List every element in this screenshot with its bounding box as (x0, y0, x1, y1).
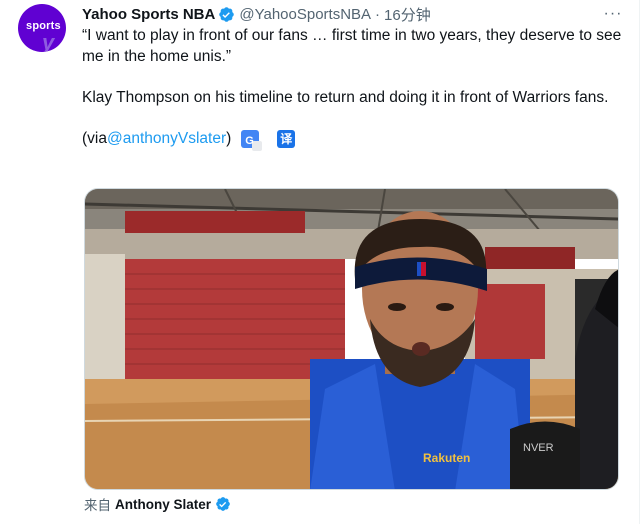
more-options-icon[interactable]: ··· (601, 2, 625, 26)
author-display-name[interactable]: Yahoo Sports NBA (82, 6, 215, 23)
source-name-link[interactable]: Anthony Slater (115, 497, 211, 512)
translate-yi-icon[interactable]: 译 (277, 129, 296, 148)
author-avatar[interactable]: sports y (18, 4, 66, 52)
tweet-via-line: (via @anthonyVslater ) 译 (82, 129, 622, 151)
video-frame-image: Rakuten NVER (85, 189, 618, 489)
svg-text:NVER: NVER (523, 442, 554, 454)
tweet-header: Yahoo Sports NBA @YahooSportsNBA · 16分钟 (82, 4, 431, 24)
tweet-description: Klay Thompson on his timeline to return … (82, 88, 609, 106)
author-handle[interactable]: @YahooSportsNBA (239, 6, 371, 23)
tweet-quote: “I want to play in front of our fans … f… (82, 27, 622, 65)
header-separator: · (375, 5, 381, 23)
via-suffix: ) (226, 129, 232, 147)
avatar-logo-mark: y (42, 30, 55, 52)
tweet-text: “I want to play in front of our fans … f… (82, 26, 622, 151)
source-prefix: 来自 (84, 498, 111, 513)
jersey-sponsor-text: Rakuten (423, 451, 470, 465)
tweet-timestamp[interactable]: 16分钟 (384, 4, 431, 25)
source-verified-badge-icon (215, 496, 232, 513)
via-mention-link[interactable]: @anthonyVslater (107, 129, 226, 150)
tweet-card[interactable]: sports y Yahoo Sports NBA @YahooSportsNB… (0, 0, 640, 524)
via-prefix: (via (82, 129, 107, 147)
tweet-video-thumbnail[interactable]: Rakuten NVER (84, 188, 619, 490)
google-translate-icon[interactable] (241, 129, 263, 151)
verified-badge-icon (218, 6, 235, 23)
media-source-attribution: 来自 Anthony Slater (84, 494, 236, 514)
